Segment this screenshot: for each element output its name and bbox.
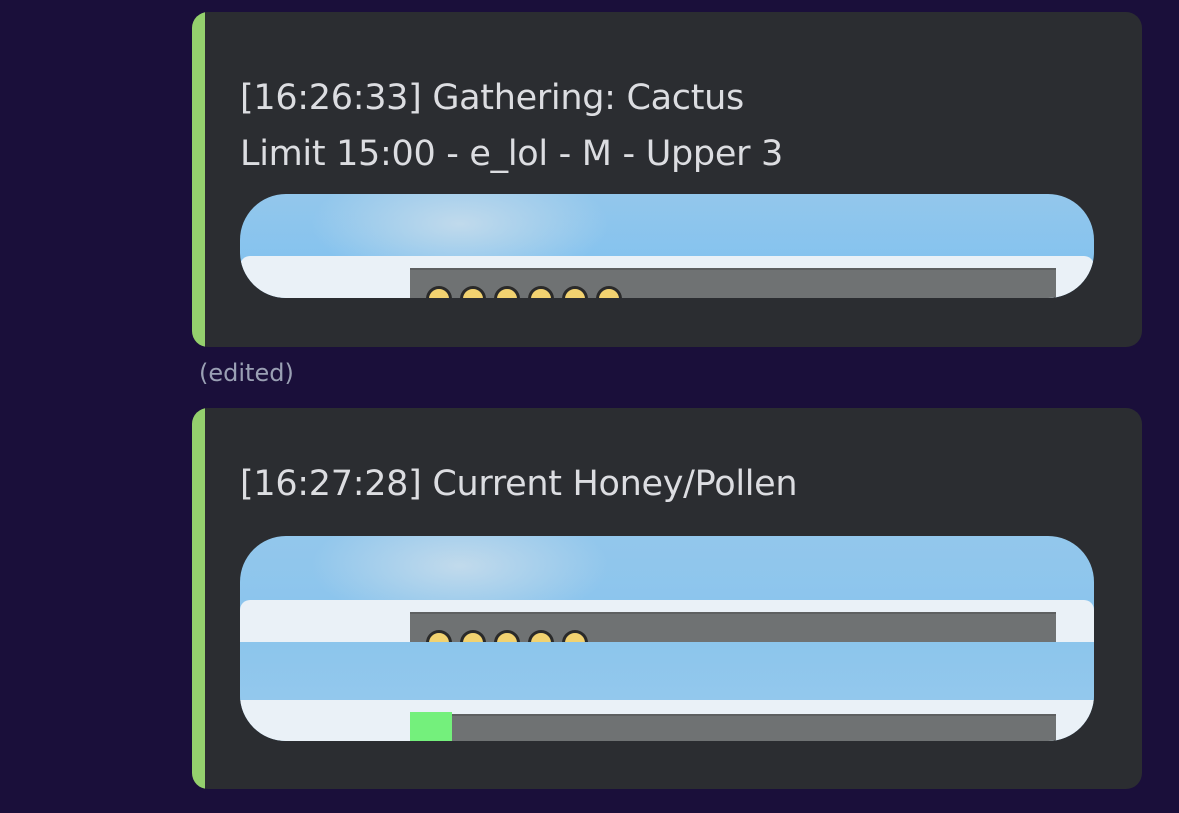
chat-view: [16:26:33] Gathering: Cactus Limit 15:00… [0, 0, 1179, 813]
digit-glyph [596, 286, 622, 298]
sky-strip [240, 642, 1094, 700]
digit-glyph [562, 286, 588, 298]
honey-digits [426, 286, 666, 298]
embed-accent-bar [192, 408, 205, 789]
digit-glyph [460, 286, 486, 298]
embed-accent-bar [192, 12, 205, 347]
embed-description: Limit 15:00 - e_lol - M - Upper 3 [240, 134, 783, 174]
digit-glyph [528, 286, 554, 298]
digit-glyph [426, 286, 452, 298]
digit-glyph [494, 286, 520, 298]
embed-image[interactable] [240, 536, 1094, 741]
pollen-fill [410, 712, 452, 741]
message-embed: [16:27:28] Current Honey/Pollen [192, 408, 1142, 789]
embed-title: [16:27:28] Current Honey/Pollen [240, 464, 798, 504]
edited-label: (edited) [199, 359, 294, 387]
pollen-bar [410, 714, 1056, 741]
embed-image[interactable] [240, 194, 1094, 298]
embed-title: [16:26:33] Gathering: Cactus [240, 78, 744, 118]
message-embed: [16:26:33] Gathering: Cactus Limit 15:00… [192, 12, 1142, 347]
